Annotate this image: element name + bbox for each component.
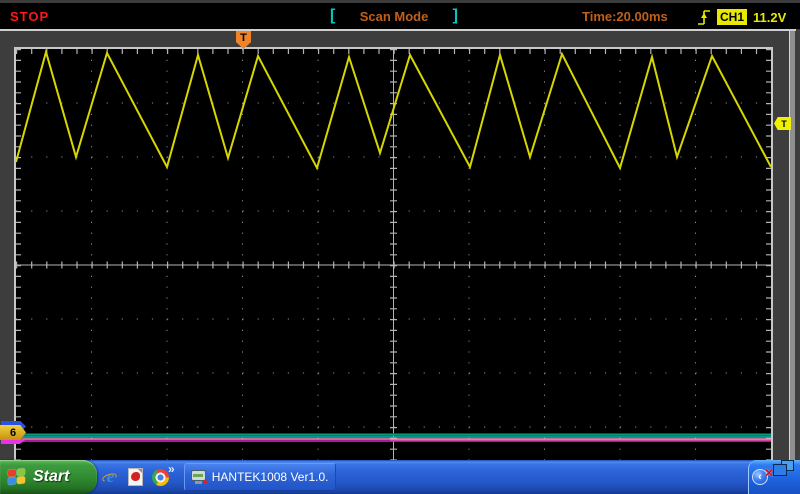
hantek-task-button[interactable]: HANTEK1008 Ver1.0.... bbox=[184, 463, 336, 491]
acrobat-reader-icon[interactable] bbox=[128, 468, 143, 486]
quick-launch-overflow-chevron[interactable]: » bbox=[168, 462, 175, 476]
trigger-readout: CH1 11.2V bbox=[697, 6, 786, 28]
scan-mode-indicator: [ Scan Mode] bbox=[330, 6, 458, 26]
acquisition-status: STOP bbox=[10, 9, 49, 24]
app-monitor-icon bbox=[191, 470, 207, 485]
start-button[interactable]: Start bbox=[0, 460, 97, 494]
status-bar: STOP [ Scan Mode] Time:20.00ms CH1 11.2V bbox=[0, 0, 800, 29]
right-bracket: ] bbox=[453, 7, 458, 25]
chrome-icon[interactable] bbox=[152, 469, 169, 486]
scope-display bbox=[0, 0, 800, 461]
system-tray: ‹ ✕ bbox=[748, 460, 800, 494]
trigger-voltage-readout: 11.2V bbox=[753, 10, 786, 25]
start-button-label: Start bbox=[33, 468, 69, 486]
left-bracket: [ bbox=[330, 7, 335, 25]
taskbar: Start e » HANTEK1008 Ver1.0.... ‹ ✕ bbox=[0, 460, 800, 494]
trigger-source-badge: CH1 bbox=[717, 9, 747, 25]
quick-launch-bar: e bbox=[100, 460, 169, 494]
hantek-oscilloscope-window: STOP [Scan Mode] Time:20.00ms CH1 11.2V … bbox=[0, 0, 800, 494]
network-error-glyph: ✕ bbox=[764, 466, 774, 480]
window-right-border bbox=[789, 2, 795, 460]
windows-logo-icon bbox=[8, 468, 27, 487]
rising-edge-trigger-icon bbox=[697, 8, 711, 27]
topbar-separator bbox=[0, 29, 796, 31]
timebase-readout: Time:20.00ms bbox=[582, 9, 668, 24]
internet-explorer-icon[interactable]: e bbox=[102, 469, 119, 486]
task-button-label: HANTEK1008 Ver1.0.... bbox=[212, 470, 329, 484]
scan-mode-label: Scan Mode bbox=[360, 9, 429, 24]
